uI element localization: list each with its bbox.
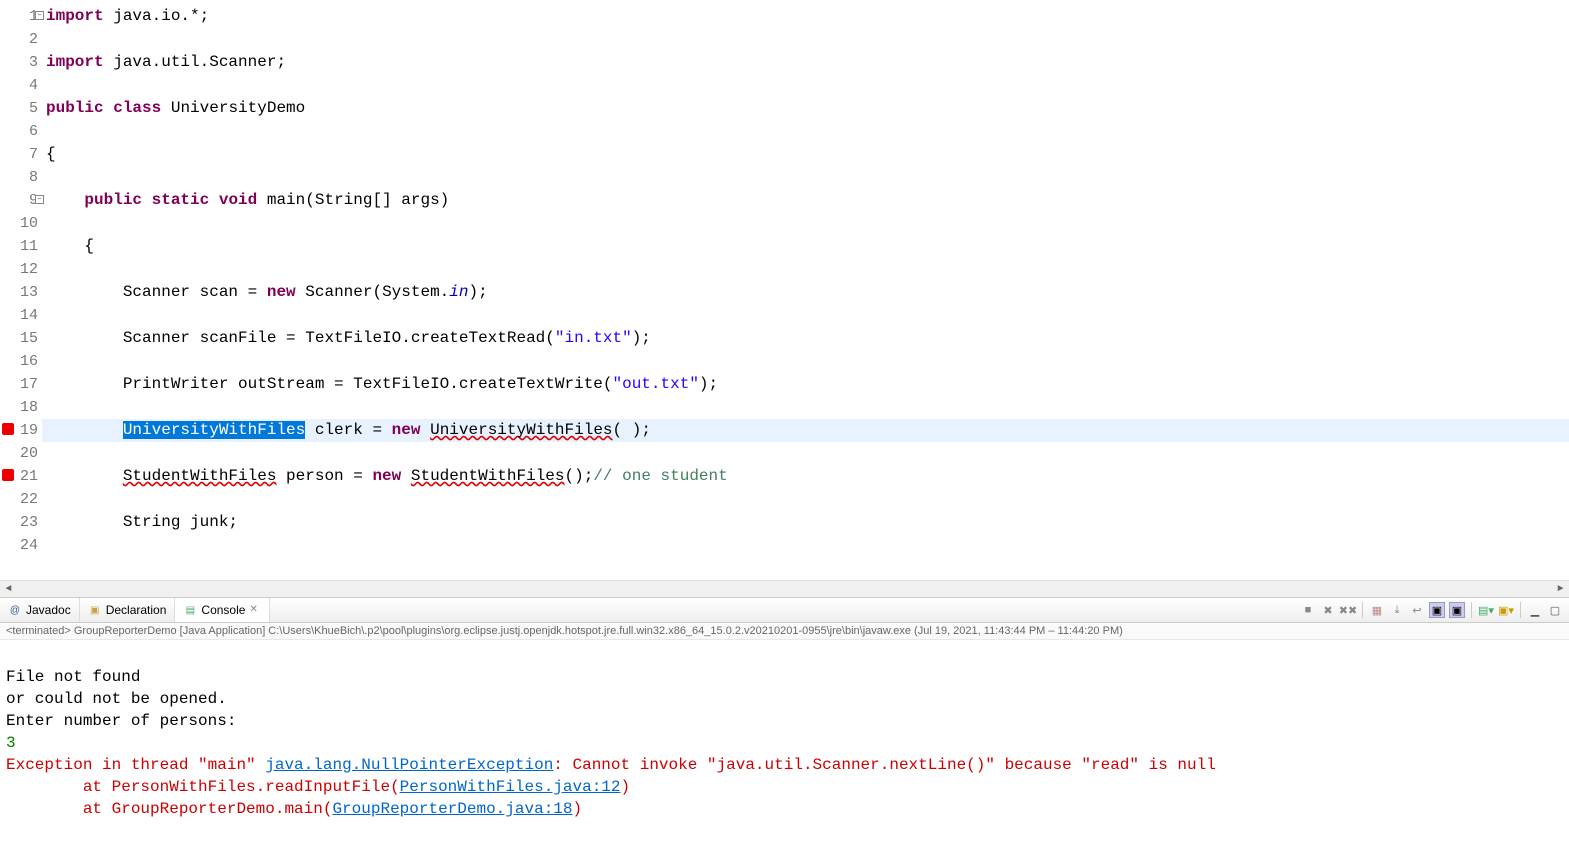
code-content[interactable]: import java.io.*; import java.util.Scanne… — [42, 0, 1569, 580]
display-selected-console-icon[interactable]: ▤▾ — [1478, 602, 1494, 618]
close-icon[interactable]: ✕ — [249, 604, 261, 616]
fold-toggle-icon[interactable]: – — [35, 11, 44, 20]
terminate-icon[interactable]: ■ — [1300, 602, 1316, 618]
code-line[interactable]: public class UniversityDemo — [42, 97, 1569, 120]
code-line[interactable] — [42, 212, 1569, 235]
code-line[interactable]: import java.util.Scanner; — [42, 51, 1569, 74]
javadoc-icon: @ — [8, 603, 22, 617]
code-line[interactable]: PrintWriter outStream = TextFileIO.creat… — [42, 373, 1569, 396]
line-number: 18 — [0, 396, 42, 419]
console-stdin-line: 3 — [6, 734, 16, 752]
maximize-icon[interactable]: ▢ — [1547, 602, 1563, 618]
code-line[interactable]: UniversityWithFiles clerk = new Universi… — [42, 419, 1569, 442]
code-line[interactable]: Scanner scanFile = TextFileIO.createText… — [42, 327, 1569, 350]
minimize-icon[interactable]: ▁ — [1527, 602, 1543, 618]
line-number: 13 — [0, 281, 42, 304]
line-number: 1– — [0, 5, 42, 28]
console-stdout-line: Enter number of persons: — [6, 712, 236, 730]
line-number: 20 — [0, 442, 42, 465]
line-number: 21 — [0, 465, 42, 488]
line-number: 23 — [0, 511, 42, 534]
remove-terminated-icon[interactable]: ✖ — [1320, 602, 1336, 618]
clear-console-icon[interactable]: ▦ — [1369, 602, 1385, 618]
line-number: 6 — [0, 120, 42, 143]
scroll-left-arrow-icon[interactable]: ◄ — [0, 581, 17, 598]
code-line[interactable]: String junk; — [42, 511, 1569, 534]
line-number: 14 — [0, 304, 42, 327]
tab-declaration[interactable]: ▣ Declaration — [80, 598, 176, 622]
error-marker-icon[interactable] — [2, 423, 14, 435]
code-line[interactable] — [42, 74, 1569, 97]
code-line[interactable]: StudentWithFiles person = new StudentWit… — [42, 465, 1569, 488]
console-stderr-line: Exception in thread "main" java.lang.Nul… — [6, 756, 1216, 774]
declaration-icon: ▣ — [88, 603, 102, 617]
bottom-panel-tabs: @ Javadoc ▣ Declaration ▤ Console ✕ ■ ✖ … — [0, 597, 1569, 623]
code-line[interactable] — [42, 442, 1569, 465]
console-icon: ▤ — [183, 603, 197, 617]
console-stdout-line: File not found — [6, 668, 140, 686]
tab-console[interactable]: ▤ Console ✕ — [175, 598, 270, 622]
error-marker-icon[interactable] — [2, 469, 14, 481]
line-number: 10 — [0, 212, 42, 235]
line-number: 22 — [0, 488, 42, 511]
code-editor[interactable]: 1–23456789–10111213141516171819202122232… — [0, 0, 1569, 580]
scroll-lock-icon[interactable]: ⤓ — [1389, 602, 1405, 618]
line-number: 7 — [0, 143, 42, 166]
line-number: 16 — [0, 350, 42, 373]
show-console-on-output-icon[interactable]: ▣ — [1429, 602, 1445, 618]
code-line[interactable] — [42, 488, 1569, 511]
line-number: 12 — [0, 258, 42, 281]
line-number: 17 — [0, 373, 42, 396]
console-toolbar: ■ ✖ ✖✖ ▦ ⤓ ↩ ▣ ▣ ▤▾ ▣▾ ▁ ▢ — [1294, 602, 1569, 618]
console-stdout-line: or could not be opened. — [6, 690, 227, 708]
tab-javadoc[interactable]: @ Javadoc — [0, 598, 80, 622]
code-line[interactable] — [42, 350, 1569, 373]
stacktrace-link[interactable]: GroupReporterDemo.java:18 — [332, 800, 572, 818]
line-number-gutter: 1–23456789–10111213141516171819202122232… — [0, 0, 42, 580]
console-output[interactable]: File not found or could not be opened. E… — [0, 640, 1569, 824]
tab-label: Declaration — [106, 603, 167, 617]
code-line[interactable]: import java.io.*; — [42, 5, 1569, 28]
line-number: 15 — [0, 327, 42, 350]
word-wrap-icon[interactable]: ↩ — [1409, 602, 1425, 618]
code-line[interactable] — [42, 258, 1569, 281]
show-console-on-error-icon[interactable]: ▣ — [1449, 602, 1465, 618]
code-line[interactable]: { — [42, 143, 1569, 166]
code-line[interactable] — [42, 28, 1569, 51]
line-number: 19 — [0, 419, 42, 442]
tab-label: Console — [201, 603, 245, 617]
code-line[interactable] — [42, 120, 1569, 143]
remove-all-terminated-icon[interactable]: ✖✖ — [1340, 602, 1356, 618]
code-line[interactable]: { — [42, 235, 1569, 258]
line-number: 5 — [0, 97, 42, 120]
line-number: 24 — [0, 534, 42, 557]
stacktrace-link[interactable]: PersonWithFiles.java:12 — [400, 778, 621, 796]
exception-link[interactable]: java.lang.NullPointerException — [265, 756, 553, 774]
code-line[interactable]: public static void main(String[] args) — [42, 189, 1569, 212]
fold-toggle-icon[interactable]: – — [35, 195, 44, 204]
console-stderr-line: at PersonWithFiles.readInputFile(PersonW… — [6, 778, 630, 796]
scroll-right-arrow-icon[interactable]: ► — [1552, 581, 1569, 598]
console-stderr-line: at GroupReporterDemo.main(GroupReporterD… — [6, 800, 582, 818]
tab-label: Javadoc — [26, 603, 71, 617]
console-status-line: <terminated> GroupReporterDemo [Java App… — [0, 623, 1569, 640]
line-number: 3 — [0, 51, 42, 74]
line-number: 4 — [0, 74, 42, 97]
line-number: 9– — [0, 189, 42, 212]
line-number: 8 — [0, 166, 42, 189]
code-line[interactable] — [42, 396, 1569, 419]
code-line[interactable]: Scanner scan = new Scanner(System.in); — [42, 281, 1569, 304]
line-number: 11 — [0, 235, 42, 258]
line-number: 2 — [0, 28, 42, 51]
open-console-icon[interactable]: ▣▾ — [1498, 602, 1514, 618]
code-line[interactable] — [42, 166, 1569, 189]
code-line[interactable] — [42, 304, 1569, 327]
code-line[interactable] — [42, 534, 1569, 557]
horizontal-scrollbar[interactable]: ◄ ► — [0, 580, 1569, 597]
